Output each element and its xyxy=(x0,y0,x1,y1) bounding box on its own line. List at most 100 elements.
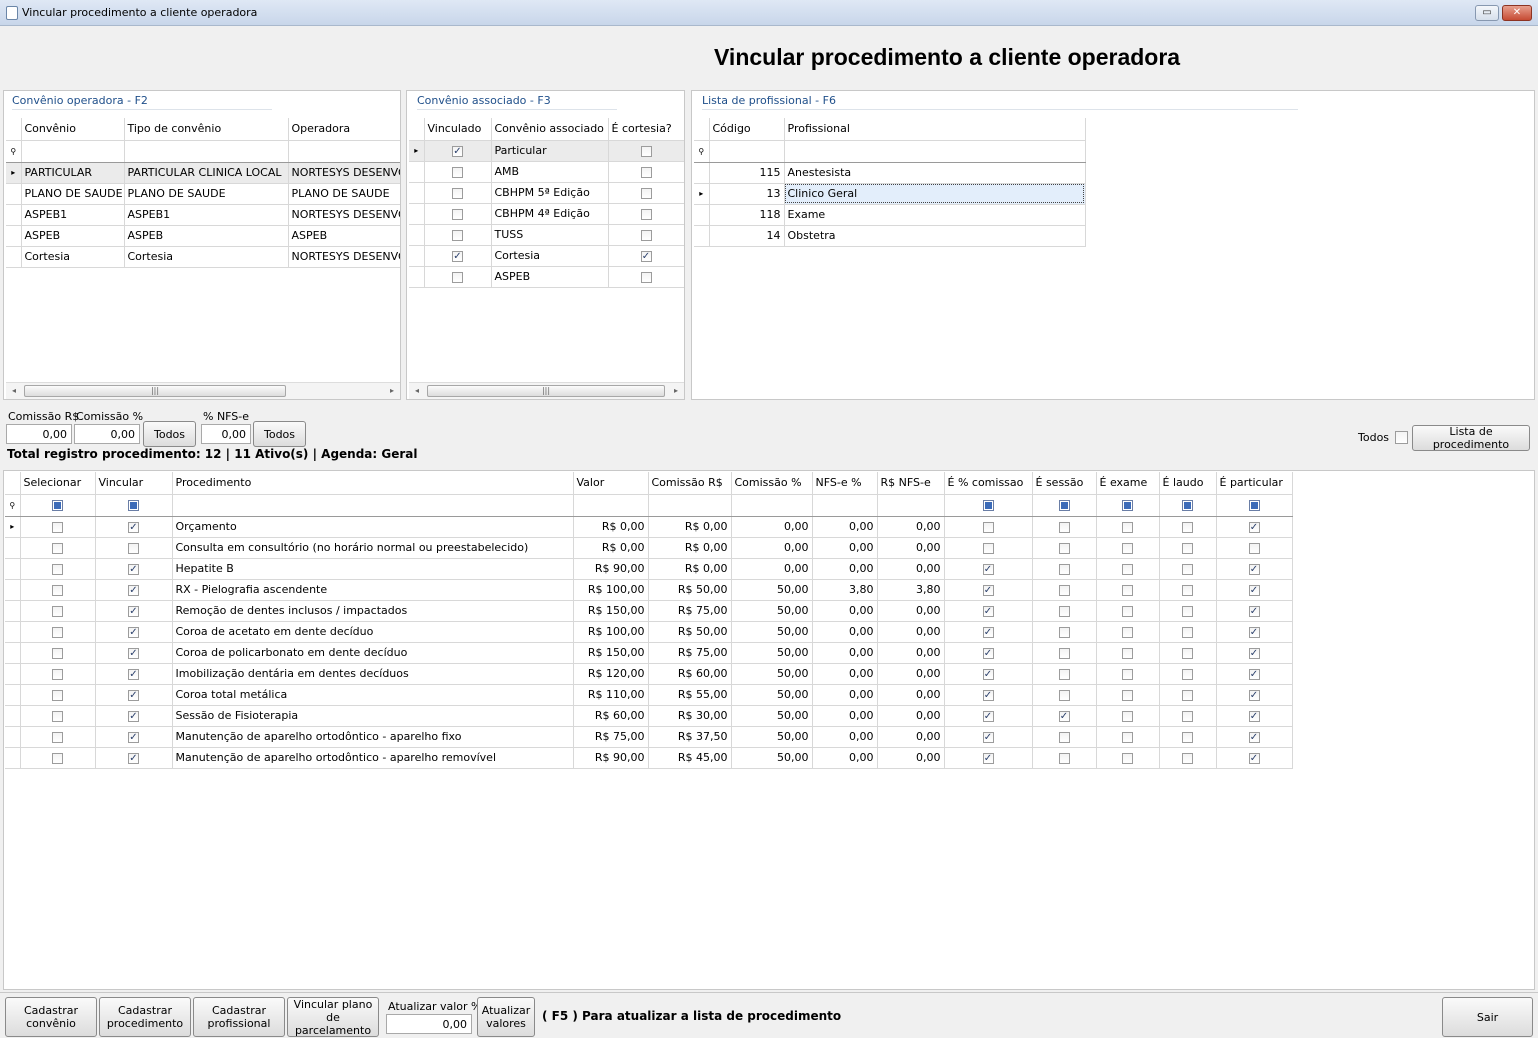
profissional-cell[interactable]: Exame xyxy=(784,204,1086,226)
e-laudo-cell[interactable] xyxy=(1159,600,1217,622)
scroll-thumb[interactable]: ||| xyxy=(427,385,665,397)
e-pct-comissao-checkbox[interactable] xyxy=(982,731,994,743)
valor-cell[interactable]: R$ 150,00 xyxy=(573,642,649,664)
e-pct-comissao-cell[interactable] xyxy=(944,516,1033,538)
e-sessao-cell[interactable] xyxy=(1032,558,1097,580)
filter-checkbox[interactable] xyxy=(1058,500,1070,511)
comissao-rs-input[interactable]: 0,00 xyxy=(6,424,72,444)
filter-checkbox[interactable] xyxy=(128,500,139,511)
e-exame-cell[interactable] xyxy=(1096,516,1160,538)
scroll-right-icon[interactable]: ▸ xyxy=(386,385,398,397)
col-vinculado[interactable]: Vinculado xyxy=(424,118,492,141)
selecionar-checkbox[interactable] xyxy=(52,689,63,701)
e-particular-checkbox[interactable] xyxy=(1248,731,1260,743)
e-laudo-cell[interactable] xyxy=(1159,663,1217,685)
col-procedimento[interactable]: Procedimento xyxy=(172,472,574,495)
selecionar-checkbox[interactable] xyxy=(52,626,63,638)
table-row[interactable]: Hepatite BR$ 90,00R$ 0,000,000,000,00 xyxy=(5,558,1293,580)
e-sessao-cell[interactable] xyxy=(1032,642,1097,664)
filter-checkbox[interactable] xyxy=(1122,500,1133,511)
vinculado-checkbox[interactable] xyxy=(452,145,463,157)
col-tipo-convenio[interactable]: Tipo de convênio xyxy=(124,118,289,141)
e-particular-cell[interactable] xyxy=(1216,705,1293,727)
procedimento-cell[interactable]: Sessão de Fisioterapia xyxy=(172,705,574,727)
scroll-left-icon[interactable]: ◂ xyxy=(411,385,423,397)
filter-cell[interactable] xyxy=(172,494,574,517)
table-row[interactable]: Cortesia xyxy=(409,245,684,267)
e-laudo-checkbox[interactable] xyxy=(1182,668,1193,680)
e-laudo-cell[interactable] xyxy=(1159,516,1217,538)
e-pct-comissao-cell[interactable] xyxy=(944,621,1033,643)
convenio-associado-cell[interactable]: AMB xyxy=(491,161,609,183)
vincular-cell[interactable] xyxy=(95,537,173,559)
e-pct-comissao-checkbox[interactable] xyxy=(982,710,994,722)
e-sessao-checkbox[interactable] xyxy=(1058,731,1070,743)
vincular-checkbox[interactable] xyxy=(128,542,139,554)
vincular-plano-parcelamento-button[interactable]: Vincular plano de parcelamento xyxy=(287,997,379,1037)
selecionar-checkbox[interactable] xyxy=(52,542,63,554)
e-exame-checkbox[interactable] xyxy=(1122,668,1133,680)
e-exame-checkbox[interactable] xyxy=(1122,521,1133,533)
selecionar-checkbox[interactable] xyxy=(52,710,63,722)
e-particular-checkbox[interactable] xyxy=(1248,647,1260,659)
rs-nfse-cell[interactable]: 0,00 xyxy=(877,642,945,664)
e-laudo-checkbox[interactable] xyxy=(1182,752,1193,764)
selecionar-cell[interactable] xyxy=(20,726,96,748)
operadora-cell[interactable]: ASPEB xyxy=(288,225,400,247)
e-pct-comissao-checkbox[interactable] xyxy=(982,605,994,617)
e-exame-checkbox[interactable] xyxy=(1122,752,1133,764)
table-row[interactable]: ▸ PARTICULAR PARTICULAR CLINICA LOCAL NORTE… xyxy=(6,162,400,184)
filter-cell[interactable] xyxy=(877,494,945,517)
selecionar-cell[interactable] xyxy=(20,684,96,706)
filter-exame[interactable] xyxy=(1096,494,1160,517)
comissao-pct-cell[interactable]: 50,00 xyxy=(731,621,813,643)
vincular-cell[interactable] xyxy=(95,705,173,727)
convenio-cell[interactable]: ASPEB xyxy=(21,225,125,247)
codigo-cell[interactable]: 13 xyxy=(709,183,785,205)
valor-cell[interactable]: R$ 90,00 xyxy=(573,747,649,769)
table-row[interactable]: Sessão de FisioterapiaR$ 60,00R$ 30,0050… xyxy=(5,705,1293,727)
vincular-cell[interactable] xyxy=(95,747,173,769)
table-row[interactable]: Coroa de policarbonato em dente decíduoR… xyxy=(5,642,1293,664)
e-sessao-checkbox[interactable] xyxy=(1058,689,1070,701)
comissao-rs-cell[interactable]: R$ 50,00 xyxy=(648,579,732,601)
filter-checkbox[interactable] xyxy=(1182,500,1193,511)
table-row[interactable]: Remoção de dentes inclusos / impactadosR… xyxy=(5,600,1293,622)
e-particular-cell[interactable] xyxy=(1216,579,1293,601)
vincular-cell[interactable] xyxy=(95,663,173,685)
atualizar-valores-button[interactable]: Atualizar valores xyxy=(477,997,535,1037)
rs-nfse-cell[interactable]: 0,00 xyxy=(877,600,945,622)
operadora-cell[interactable]: NORTESYS DESENVOLVIMENTO xyxy=(288,162,400,184)
comissao-rs-cell[interactable]: R$ 75,00 xyxy=(648,600,732,622)
e-pct-comissao-checkbox[interactable] xyxy=(982,752,994,764)
col-e-sessao[interactable]: É sessão xyxy=(1032,472,1097,495)
e-exame-checkbox[interactable] xyxy=(1122,689,1133,701)
filter-cell[interactable] xyxy=(812,494,878,517)
codigo-cell[interactable]: 118 xyxy=(709,204,785,226)
cadastrar-procedimento-button[interactable]: Cadastrar procedimento xyxy=(99,997,191,1037)
col-selecionar[interactable]: Selecionar xyxy=(20,472,96,495)
valor-cell[interactable]: R$ 75,00 xyxy=(573,726,649,748)
valor-cell[interactable]: R$ 0,00 xyxy=(573,537,649,559)
e-particular-cell[interactable] xyxy=(1216,600,1293,622)
nfse-pct-cell[interactable]: 0,00 xyxy=(812,684,878,706)
comissao-rs-cell[interactable]: R$ 37,50 xyxy=(648,726,732,748)
vinculado-checkbox[interactable] xyxy=(452,229,463,241)
table-row[interactable]: RX - Pielografia ascendenteR$ 100,00R$ 5… xyxy=(5,579,1293,601)
convenio-associado-cell[interactable]: Particular xyxy=(491,140,609,162)
nfse-pct-cell[interactable]: 0,00 xyxy=(812,747,878,769)
procedimento-cell[interactable]: Imobilização dentária em dentes decíduos xyxy=(172,663,574,685)
col-comissao-rs[interactable]: Comissão R$ xyxy=(648,472,732,495)
cortesia-checkbox[interactable] xyxy=(640,166,652,178)
e-sessao-checkbox[interactable] xyxy=(1058,647,1070,659)
selecionar-cell[interactable] xyxy=(20,516,96,538)
col-profissional[interactable]: Profissional xyxy=(784,118,1086,141)
e-laudo-cell[interactable] xyxy=(1159,642,1217,664)
procedimento-cell[interactable]: Coroa total metálica xyxy=(172,684,574,706)
e-laudo-cell[interactable] xyxy=(1159,705,1217,727)
rs-nfse-cell[interactable]: 0,00 xyxy=(877,726,945,748)
comissao-rs-cell[interactable]: R$ 45,00 xyxy=(648,747,732,769)
e-pct-comissao-checkbox[interactable] xyxy=(982,626,994,638)
nfse-pct-cell[interactable]: 0,00 xyxy=(812,600,878,622)
e-pct-comissao-cell[interactable] xyxy=(944,600,1033,622)
